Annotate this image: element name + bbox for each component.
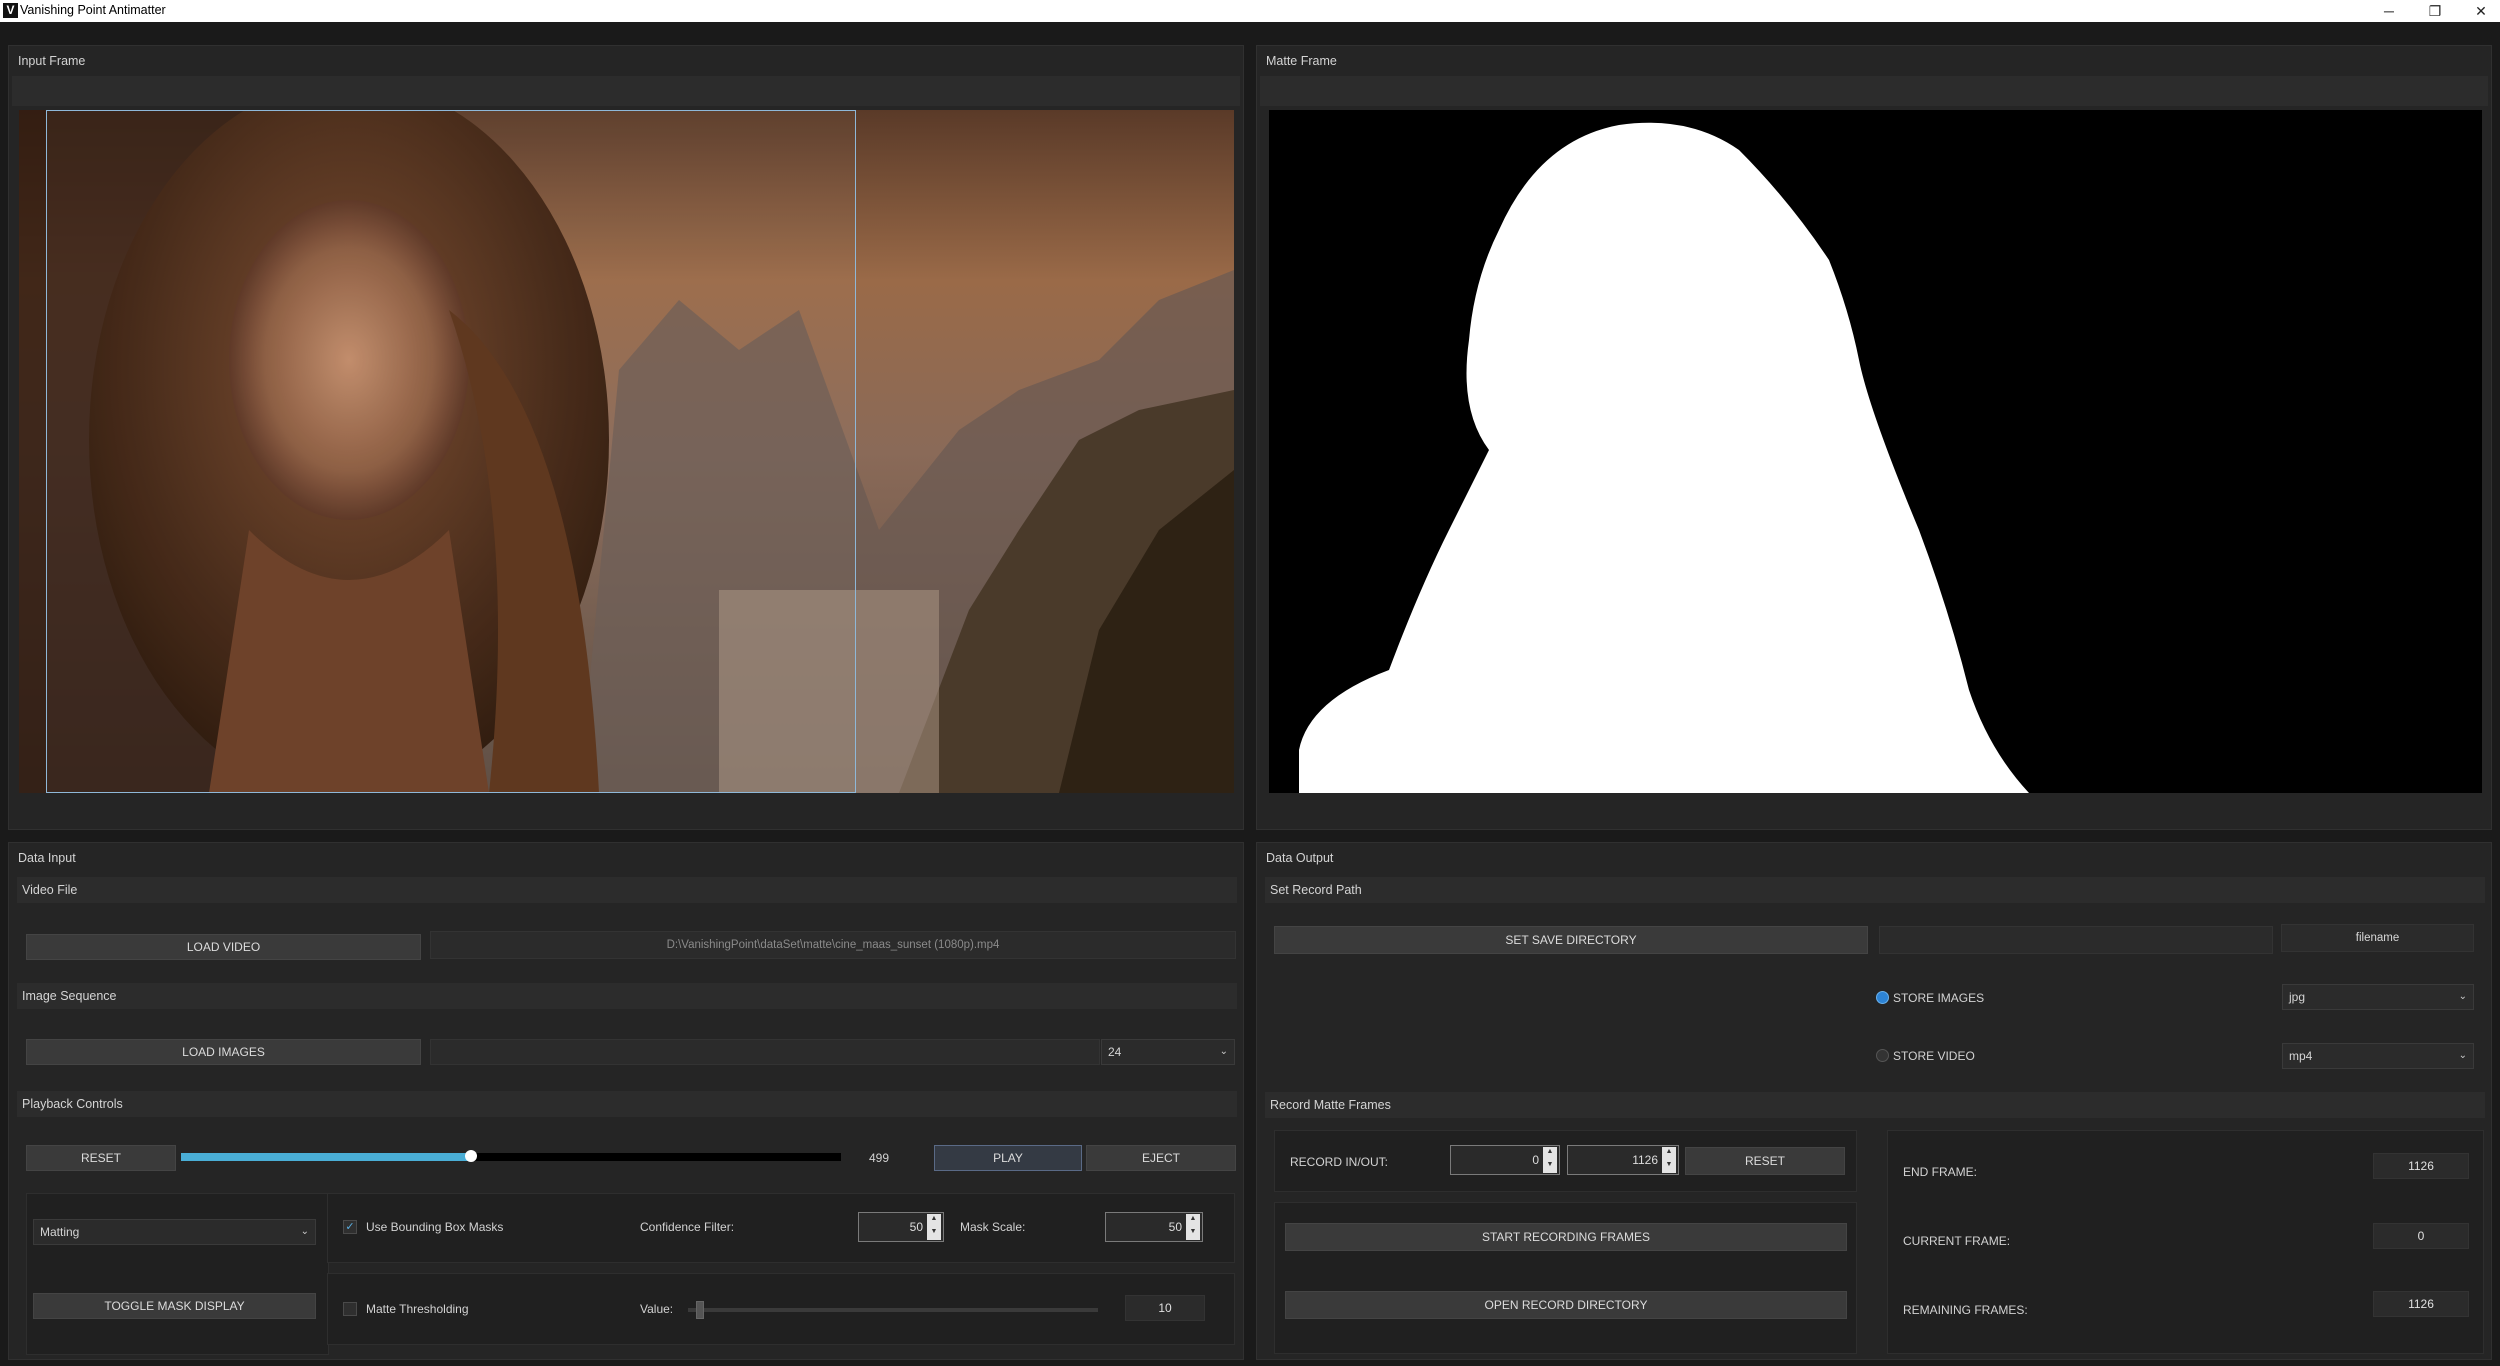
set-save-directory-button[interactable]: SET SAVE DIRECTORY	[1274, 926, 1868, 954]
confidence-filter-value: 50	[909, 1220, 923, 1234]
data-input-panel: Data Input Video File LOAD VIDEO D:\Vani…	[8, 842, 1244, 1360]
bounding-box-checkbox[interactable]: ✓	[343, 1220, 357, 1234]
close-button[interactable]: ✕	[2458, 0, 2500, 22]
data-output-title: Data Output	[1266, 851, 1334, 865]
recording-actions-group: START RECORDING FRAMES OPEN RECORD DIREC…	[1274, 1202, 1857, 1354]
threshold-slider-track[interactable]	[688, 1301, 1098, 1319]
record-in-value: 0	[1532, 1153, 1539, 1167]
spin-up-icon[interactable]: ▲	[927, 1214, 941, 1227]
playback-controls-header: Playback Controls	[17, 1091, 1237, 1117]
matte-threshold-label: Matte Thresholding	[366, 1302, 469, 1316]
store-images-radio[interactable]	[1876, 991, 1889, 1004]
spin-down-icon[interactable]: ▼	[1662, 1160, 1676, 1173]
bounding-box-label: Use Bounding Box Masks	[366, 1220, 504, 1234]
video-format-value: mp4	[2289, 1049, 2313, 1063]
playback-slider-fill	[181, 1153, 472, 1161]
data-input-title: Data Input	[18, 851, 76, 865]
spin-down-icon[interactable]: ▼	[1186, 1227, 1200, 1240]
record-reset-button[interactable]: RESET	[1685, 1147, 1845, 1175]
matte-threshold-checkbox[interactable]	[343, 1302, 357, 1316]
threshold-slider-handle[interactable]	[696, 1301, 705, 1319]
bounding-box-overlay	[46, 110, 856, 793]
title-bar: V Vanishing Point Antimatter ─ ❐ ✕	[0, 0, 2500, 22]
store-images-label: STORE IMAGES	[1893, 991, 1985, 1005]
matte-video-frame[interactable]	[1269, 110, 2482, 793]
remaining-frames-label: REMAINING FRAMES:	[1903, 1303, 2028, 1317]
minimize-button[interactable]: ─	[2366, 0, 2412, 22]
chevron-down-icon: ⌄	[2458, 991, 2467, 1002]
mode-value: Matting	[40, 1225, 80, 1239]
playback-reset-button[interactable]: RESET	[26, 1145, 176, 1171]
spin-up-icon[interactable]: ▲	[1186, 1214, 1200, 1227]
open-record-directory-button[interactable]: OPEN RECORD DIRECTORY	[1285, 1291, 1847, 1319]
frame-status-group: END FRAME: 1126 CURRENT FRAME: 0 REMAINI…	[1887, 1130, 2484, 1354]
eject-button[interactable]: EJECT	[1086, 1145, 1236, 1171]
fps-dropdown[interactable]: 24 ⌄	[1101, 1039, 1235, 1065]
matte-silhouette-image	[1299, 122, 2029, 793]
image-format-dropdown[interactable]: jpg ⌄	[2282, 984, 2474, 1010]
fps-value: 24	[1108, 1045, 1122, 1059]
matte-frame-header-strip	[1260, 76, 2488, 106]
input-frame-panel: Input Frame	[8, 45, 1244, 830]
spin-up-icon[interactable]: ▲	[1543, 1147, 1557, 1160]
input-frame-title: Input Frame	[18, 54, 86, 68]
load-video-button[interactable]: LOAD VIDEO	[26, 934, 421, 960]
matte-frame-title: Matte Frame	[1266, 54, 1337, 68]
input-video-frame[interactable]	[19, 110, 1234, 793]
spin-down-icon[interactable]: ▼	[927, 1227, 941, 1240]
mask-scale-value: 50	[1168, 1220, 1182, 1234]
matte-threshold-group: Matte Thresholding Value: 10	[327, 1273, 1235, 1345]
end-frame-label: END FRAME:	[1903, 1165, 1978, 1179]
confidence-filter-spinbox[interactable]: 50 ▲ ▼	[858, 1212, 944, 1242]
record-in-spinbox[interactable]: 0 ▲ ▼	[1450, 1145, 1560, 1175]
spin-down-icon[interactable]: ▼	[1543, 1160, 1557, 1173]
end-frame-value: 1126	[2373, 1153, 2469, 1179]
play-button[interactable]: PLAY	[934, 1145, 1082, 1171]
remaining-frames-value: 1126	[2373, 1291, 2469, 1317]
video-path-field[interactable]: D:\VanishingPoint\dataSet\matte\cine_maa…	[430, 931, 1236, 959]
data-output-panel: Data Output Set Record Path SET SAVE DIR…	[1256, 842, 2492, 1360]
image-format-value: jpg	[2289, 990, 2306, 1004]
app-logo-icon: V	[3, 3, 18, 18]
threshold-value-field[interactable]: 10	[1125, 1295, 1205, 1321]
video-format-dropdown[interactable]: mp4 ⌄	[2282, 1043, 2474, 1069]
window-title: Vanishing Point Antimatter	[20, 3, 166, 17]
restore-button[interactable]: ❐	[2412, 0, 2458, 22]
record-out-value: 1126	[1632, 1153, 1658, 1167]
set-record-path-header: Set Record Path	[1265, 877, 2485, 903]
toggle-mask-display-button[interactable]: TOGGLE MASK DISPLAY	[33, 1293, 316, 1319]
mask-scale-label: Mask Scale:	[960, 1220, 1026, 1234]
playback-slider-handle[interactable]	[465, 1150, 478, 1162]
bounding-box-group: ✓ Use Bounding Box Masks Confidence Filt…	[327, 1193, 1235, 1263]
chevron-down-icon: ⌄	[1219, 1046, 1228, 1057]
current-frame-label: CURRENT FRAME:	[1903, 1234, 2011, 1248]
chevron-down-icon: ⌄	[300, 1226, 309, 1237]
start-recording-frames-button[interactable]: START RECORDING FRAMES	[1285, 1223, 1847, 1251]
input-frame-header-strip	[12, 76, 1240, 106]
current-frame-number: 499	[869, 1151, 890, 1165]
record-in-out-group: RECORD IN/OUT: 0 ▲ ▼ 1126 ▲ ▼ RESET	[1274, 1130, 1857, 1192]
record-matte-frames-header: Record Matte Frames	[1265, 1092, 2485, 1118]
filename-field[interactable]: filename	[2281, 924, 2474, 952]
confidence-filter-label: Confidence Filter:	[640, 1220, 735, 1234]
store-video-label: STORE VIDEO	[1893, 1049, 1975, 1063]
store-video-radio[interactable]	[1876, 1049, 1889, 1062]
load-images-button[interactable]: LOAD IMAGES	[26, 1039, 421, 1065]
threshold-value-label: Value:	[640, 1302, 674, 1316]
record-in-out-label: RECORD IN/OUT:	[1290, 1155, 1389, 1169]
video-file-header: Video File	[17, 877, 1237, 903]
current-frame-value: 0	[2373, 1223, 2469, 1249]
mode-dropdown[interactable]: Matting ⌄	[33, 1219, 316, 1245]
mask-scale-spinbox[interactable]: 50 ▲ ▼	[1105, 1212, 1203, 1242]
matte-frame-panel: Matte Frame	[1256, 45, 2492, 830]
mode-group: Matting ⌄ TOGGLE MASK DISPLAY	[26, 1193, 329, 1355]
spin-up-icon[interactable]: ▲	[1662, 1147, 1676, 1160]
image-sequence-header: Image Sequence	[17, 983, 1237, 1009]
image-sequence-path-field[interactable]	[430, 1039, 1100, 1065]
chevron-down-icon: ⌄	[2458, 1050, 2467, 1061]
save-directory-field[interactable]	[1879, 926, 2273, 954]
record-out-spinbox[interactable]: 1126 ▲ ▼	[1567, 1145, 1679, 1175]
playback-slider-track[interactable]	[181, 1150, 841, 1162]
